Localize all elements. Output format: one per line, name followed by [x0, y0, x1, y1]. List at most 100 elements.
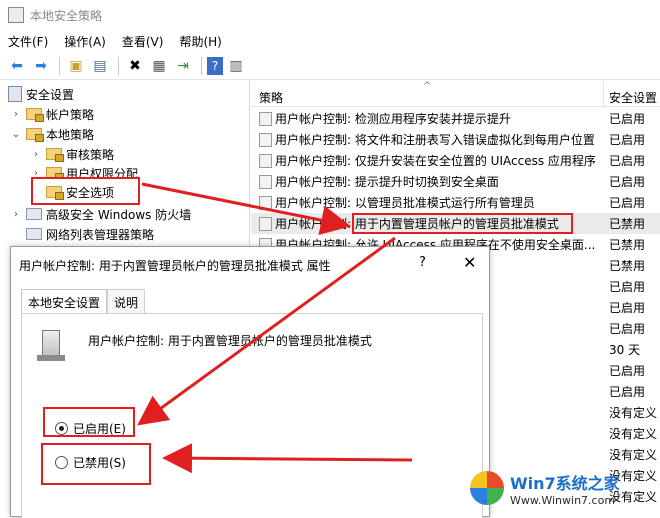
enabled-label: 已启用(E) — [73, 422, 126, 436]
tree-item-local-policies[interactable]: ⌄ 本地策略 — [10, 124, 94, 144]
watermark-brand: Win7系统之家 — [510, 473, 620, 493]
policy-name: 用户帐户控制: 检测应用程序安装并提示提升 — [275, 112, 511, 126]
disabled-radio[interactable] — [55, 456, 68, 469]
security-policy-app-icon — [8, 7, 24, 23]
dialog-title: 用户帐户控制: 用于内置管理员帐户的管理员批准模式 属性 — [19, 259, 331, 273]
sort-ascending-icon: ^ — [423, 81, 432, 92]
table-row[interactable]: 用户帐户控制: 检测应用程序安装并提示提升 已启用 — [251, 108, 660, 129]
tree-item-account-policies[interactable]: › 帐户策略 — [10, 104, 94, 124]
navigation-tree: 安全设置 › 帐户策略 ⌄ 本地策略 › 审核策略 › 用户权限分配 安全选项 … — [0, 81, 250, 251]
network-list-icon — [26, 228, 42, 240]
tree-item-label: 本地策略 — [46, 127, 95, 142]
table-row[interactable]: 用户帐户控制: 提示提升时切换到安全桌面 已启用 — [251, 171, 660, 192]
policy-name: 用户帐户控制: 仅提升安装在安全位置的 UIAccess 应用程序 — [275, 154, 596, 168]
policy-setting: 没有定义 — [609, 406, 658, 420]
column-header-setting[interactable]: 安全设置 — [609, 89, 657, 106]
console-icon[interactable]: ▥ — [225, 55, 247, 77]
tree-item-security-options[interactable]: 安全选项 — [42, 182, 114, 202]
policy-icon — [259, 132, 272, 147]
title-bar: 本地安全策略 — [0, 0, 660, 30]
folder-icon — [46, 148, 64, 162]
tree-item-network-list[interactable]: 网络列表管理器策略 — [22, 224, 154, 244]
menu-action[interactable]: 操作(A) — [64, 33, 106, 50]
policy-icon — [259, 195, 272, 210]
policy-name: 用户帐户控制: 以管理员批准模式运行所有管理员 — [275, 196, 535, 210]
menu-file[interactable]: 文件(F) — [8, 33, 48, 50]
policy-setting: 30 天 — [609, 343, 641, 357]
chevron-right-icon[interactable]: › — [10, 209, 22, 220]
policy-setting: 已禁用 — [609, 238, 646, 252]
security-settings-icon — [8, 86, 22, 102]
policy-setting: 已启用 — [609, 175, 646, 189]
up-folder-icon[interactable]: ▣ — [65, 55, 87, 77]
tree-item-label: 安全设置 — [26, 87, 75, 102]
policy-setting: 已启用 — [609, 364, 646, 378]
menu-bar: 文件(F) 操作(A) 查看(V) 帮助(H) — [0, 30, 660, 52]
help-icon[interactable]: ? — [419, 255, 426, 270]
chevron-down-icon[interactable]: ⌄ — [10, 129, 22, 140]
help-icon[interactable]: ? — [207, 56, 223, 75]
tab-local-security-setting[interactable]: 本地安全设置 — [21, 289, 108, 313]
disabled-label: 已禁用(S) — [73, 456, 126, 470]
annotation-box-selected-policy — [352, 213, 573, 234]
toolbar: ⬅ ➡ ▣ ▤ ✖ ▦ ⇥ ? ▥ — [0, 52, 660, 80]
column-header-policy[interactable]: 策略 — [259, 89, 283, 106]
policy-icon — [259, 174, 272, 189]
windows-logo-icon — [470, 471, 504, 505]
table-row[interactable]: 用户帐户控制: 以管理员批准模式运行所有管理员 已启用 — [251, 192, 660, 213]
toolbar-divider — [201, 56, 202, 75]
policy-setting: 已启用 — [609, 196, 646, 210]
window-title: 本地安全策略 — [30, 8, 103, 23]
show-hide-tree-icon[interactable]: ▤ — [89, 55, 111, 77]
column-divider[interactable] — [603, 81, 604, 107]
policy-setting: 已启用 — [609, 385, 646, 399]
tree-item-label: 审核策略 — [66, 147, 115, 162]
back-arrow-icon[interactable]: ⬅ — [6, 55, 28, 77]
policy-setting: 已启用 — [609, 301, 646, 315]
table-row[interactable]: 用户帐户控制: 将文件和注册表写入错误虚拟化到每用户位置 已启用 — [251, 129, 660, 150]
server-icon — [37, 330, 65, 361]
close-icon[interactable]: ✕ — [463, 253, 476, 272]
disabled-option[interactable]: 已禁用(S) — [55, 454, 126, 471]
menu-help[interactable]: 帮助(H) — [179, 33, 221, 50]
policy-setting: 已启用 — [609, 280, 646, 294]
enabled-option[interactable]: 已启用(E) — [55, 420, 126, 437]
policy-setting: 没有定义 — [609, 427, 658, 441]
tree-item-firewall[interactable]: › 高级安全 Windows 防火墙 — [10, 204, 191, 224]
enabled-radio[interactable] — [55, 422, 68, 435]
tree-item-label: 高级安全 Windows 防火墙 — [46, 207, 192, 222]
policy-description: 用户帐户控制: 用于内置管理员帐户的管理员批准模式 — [88, 334, 372, 348]
chevron-right-icon[interactable]: › — [30, 149, 42, 160]
folder-icon — [26, 108, 44, 122]
tree-item-label: 网络列表管理器策略 — [46, 227, 155, 242]
policy-setting: 已启用 — [609, 154, 646, 168]
policy-icon — [259, 216, 272, 231]
policy-name: 用户帐户控制: 将文件和注册表写入错误虚拟化到每用户位置 — [275, 133, 595, 147]
policy-setting: 已禁用 — [609, 217, 646, 231]
properties-icon[interactable]: ▦ — [148, 55, 170, 77]
properties-dialog: 用户帐户控制: 用于内置管理员帐户的管理员批准模式 属性 ? ✕ 本地安全设置 … — [10, 246, 490, 518]
tree-item-security-settings[interactable]: 安全设置 — [8, 84, 74, 104]
policy-icon — [259, 111, 272, 126]
menu-view[interactable]: 查看(V) — [122, 33, 164, 50]
policy-icon — [259, 153, 272, 168]
chevron-right-icon[interactable]: › — [10, 109, 22, 120]
tree-item-label: 帐户策略 — [46, 107, 95, 122]
list-header: 策略 ^ 安全设置 — [251, 81, 660, 107]
tree-item-label: 安全选项 — [66, 185, 115, 200]
tree-item-audit-policy[interactable]: › 审核策略 — [30, 144, 114, 164]
folder-icon — [46, 186, 64, 200]
policy-name: 用户帐户控制: 提示提升时切换到安全桌面 — [275, 175, 499, 189]
table-row[interactable]: 用户帐户控制: 仅提升安装在安全位置的 UIAccess 应用程序 已启用 — [251, 150, 660, 171]
export-list-icon[interactable]: ⇥ — [172, 55, 194, 77]
policy-setting: 已禁用 — [609, 259, 646, 273]
delete-icon[interactable]: ✖ — [124, 55, 146, 77]
watermark-text: Win7系统之家 Www.Winwin7.com — [510, 470, 620, 507]
tab-explain[interactable]: 说明 — [107, 289, 146, 313]
forward-arrow-icon[interactable]: ➡ — [30, 55, 52, 77]
policy-setting: 已启用 — [609, 322, 646, 336]
watermark: Win7系统之家 Www.Winwin7.com — [470, 462, 658, 514]
watermark-url: Www.Winwin7.com — [510, 493, 616, 507]
policy-setting: 没有定义 — [609, 448, 658, 462]
policy-setting: 已启用 — [609, 112, 646, 126]
